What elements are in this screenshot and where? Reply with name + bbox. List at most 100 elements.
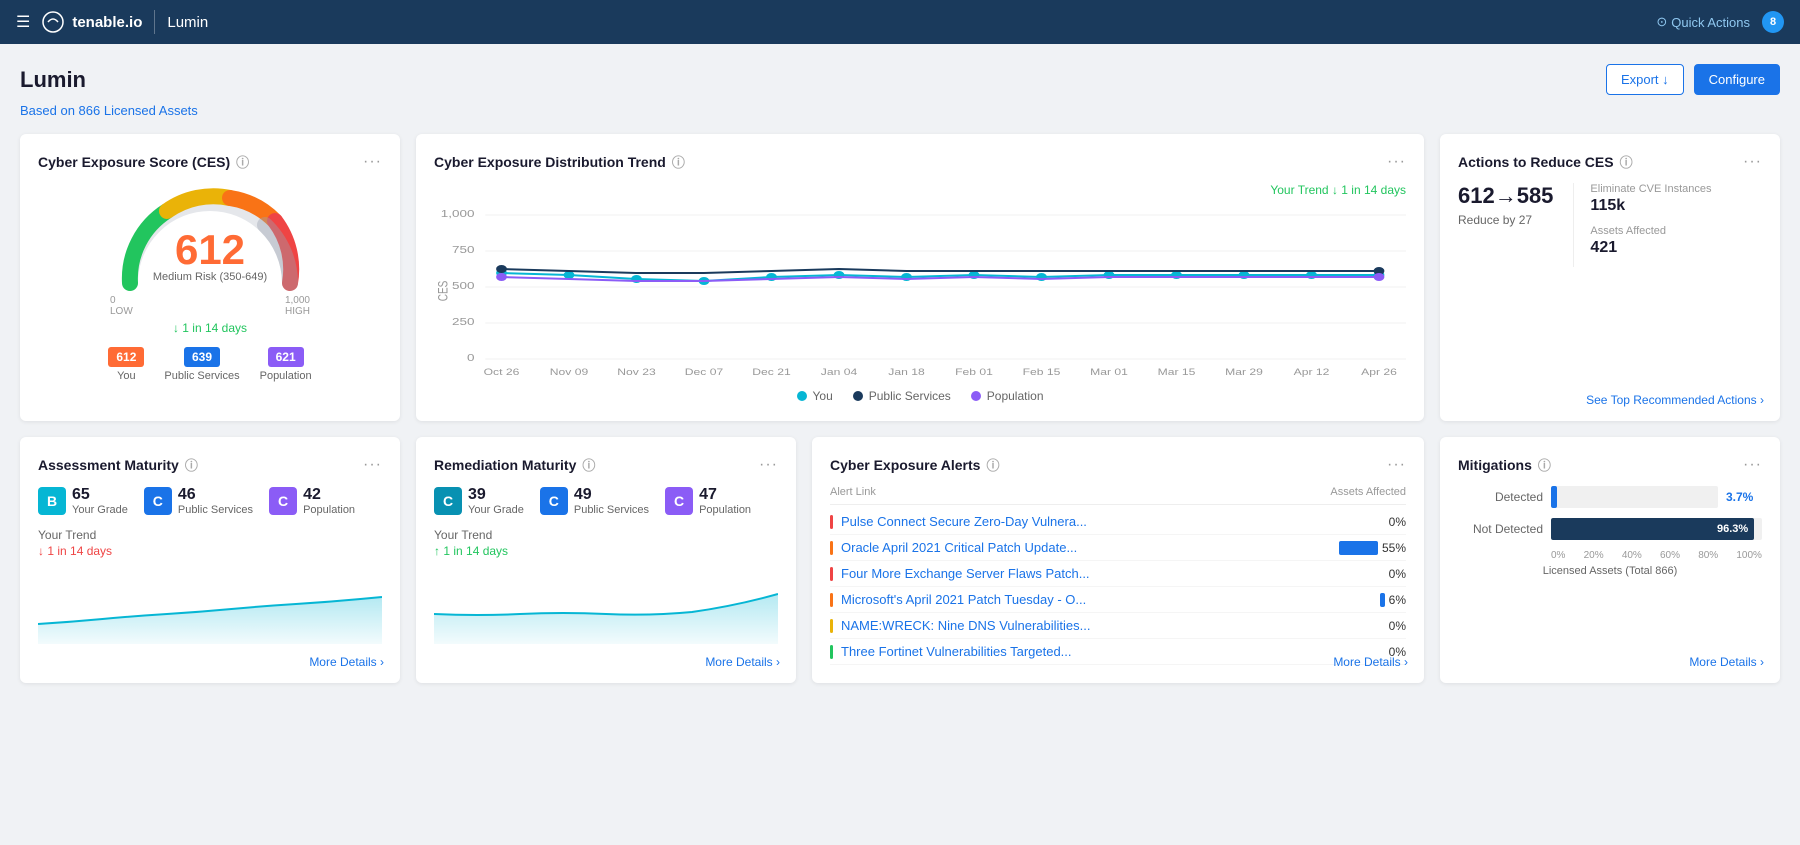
alert-indicator bbox=[830, 515, 833, 529]
dist-trend-menu[interactable]: ··· bbox=[1387, 153, 1406, 171]
badge-you-label: You bbox=[117, 370, 136, 382]
miti-detected-bar bbox=[1551, 486, 1557, 508]
export-button[interactable]: Export ↓ bbox=[1606, 64, 1684, 95]
mitigations-title: Mitigations ⓘ bbox=[1458, 455, 1551, 474]
alert-link[interactable]: NAME:WRECK: Nine DNS Vulnerabilities... bbox=[841, 618, 1338, 633]
svg-text:Mar 01: Mar 01 bbox=[1090, 367, 1128, 377]
help-badge[interactable]: 8 bbox=[1762, 11, 1784, 33]
svg-text:Apr 26: Apr 26 bbox=[1361, 367, 1397, 377]
logo: tenable.io bbox=[42, 11, 142, 33]
svg-text:Feb 15: Feb 15 bbox=[1023, 367, 1061, 377]
assessment-trend-label: Your Trend bbox=[38, 528, 382, 542]
bottom-row: Assessment Maturity ⓘ ··· B 65 Your Grad… bbox=[20, 437, 1780, 683]
svg-text:750: 750 bbox=[452, 244, 475, 256]
gauge-wrap: 612 Medium Risk (350-649) bbox=[110, 183, 310, 293]
legend-you-dot bbox=[797, 391, 807, 401]
svg-text:Oct 26: Oct 26 bbox=[484, 367, 520, 377]
ces-info-icon[interactable]: ⓘ bbox=[236, 152, 249, 171]
alert-link[interactable]: Microsoft's April 2021 Patch Tuesday - O… bbox=[841, 592, 1338, 607]
miti-axis: 0% 20% 40% 60% 80% 100% bbox=[1458, 550, 1762, 561]
miti-footer: Licensed Assets (Total 866) bbox=[1458, 565, 1762, 577]
svg-text:Mar 15: Mar 15 bbox=[1158, 367, 1196, 377]
svg-text:Mar 29: Mar 29 bbox=[1225, 367, 1263, 377]
actions-ces-info-icon[interactable]: ⓘ bbox=[1620, 152, 1633, 171]
mitigations-card: Mitigations ⓘ ··· Detected 3.7% Not Dete… bbox=[1440, 437, 1780, 683]
legend-pop-dot bbox=[971, 391, 981, 401]
miti-detected-row: Detected 3.7% bbox=[1458, 486, 1762, 508]
licensed-assets-text: Based on 866 Licensed Assets bbox=[20, 103, 198, 118]
assessment-menu[interactable]: ··· bbox=[363, 456, 382, 474]
remediation-title: Remediation Maturity ⓘ bbox=[434, 455, 595, 474]
ces-card-header: Cyber Exposure Score (CES) ⓘ ··· bbox=[38, 152, 382, 171]
assessment-grade-ps-label: Public Services bbox=[178, 504, 253, 516]
legend-you: You bbox=[797, 389, 833, 403]
badge-you-score: 612 bbox=[108, 347, 144, 367]
assessment-grade-ps-info: 46 Public Services bbox=[178, 486, 253, 516]
remediation-grade-ps-info: 49 Public Services bbox=[574, 486, 649, 516]
logo-icon bbox=[42, 11, 64, 33]
alert-indicator bbox=[830, 541, 833, 555]
mitigations-menu[interactable]: ··· bbox=[1743, 456, 1762, 474]
alert-row: NAME:WRECK: Nine DNS Vulnerabilities... … bbox=[830, 613, 1406, 639]
page-title: Lumin bbox=[20, 67, 86, 93]
quick-actions-button[interactable]: ⊙ Quick Actions bbox=[1656, 14, 1750, 30]
alerts-info-icon[interactable]: ⓘ bbox=[986, 455, 999, 474]
logo-text: tenable.io bbox=[72, 14, 142, 31]
assessment-grade-pop-label: Population bbox=[303, 504, 355, 516]
alerts-more-details[interactable]: More Details › bbox=[1333, 655, 1408, 669]
svg-text:Apr 12: Apr 12 bbox=[1294, 367, 1330, 377]
assessment-grade-pop-info: 42 Population bbox=[303, 486, 355, 516]
ces-menu[interactable]: ··· bbox=[363, 153, 382, 171]
remediation-more-details[interactable]: More Details › bbox=[705, 655, 780, 669]
alert-pct: 6% bbox=[1346, 593, 1406, 607]
remediation-info-icon[interactable]: ⓘ bbox=[582, 455, 595, 474]
alert-indicator bbox=[830, 619, 833, 633]
remediation-grade-ps-num: 49 bbox=[574, 486, 649, 504]
svg-text:Feb 01: Feb 01 bbox=[955, 367, 993, 377]
remediation-grade-ps-box: C bbox=[540, 487, 568, 515]
assessment-grade-ps: C 46 Public Services bbox=[144, 486, 253, 516]
dist-trend-info-icon[interactable]: ⓘ bbox=[672, 152, 685, 171]
eliminate-value: 115k bbox=[1590, 197, 1711, 215]
assessment-info-icon[interactable]: ⓘ bbox=[185, 455, 198, 474]
actions-ces-card: Actions to Reduce CES ⓘ ··· 612→585 Redu… bbox=[1440, 134, 1780, 421]
remediation-chart-svg bbox=[434, 564, 778, 644]
alerts-menu[interactable]: ··· bbox=[1387, 456, 1406, 474]
alert-indicator bbox=[830, 645, 833, 659]
see-top-actions-link[interactable]: See Top Recommended Actions › bbox=[1586, 393, 1764, 407]
remediation-grade-pop: C 47 Population bbox=[665, 486, 751, 516]
alert-link[interactable]: Pulse Connect Secure Zero-Day Vulnera... bbox=[841, 514, 1338, 529]
remediation-grade-you-info: 39 Your Grade bbox=[468, 486, 524, 516]
alert-pct: 0% bbox=[1346, 619, 1406, 633]
alert-link[interactable]: Four More Exchange Server Flaws Patch... bbox=[841, 566, 1338, 581]
alert-pct: 55% bbox=[1339, 541, 1406, 555]
remediation-grade-you-box: C bbox=[434, 487, 462, 515]
remediation-menu[interactable]: ··· bbox=[759, 456, 778, 474]
assessment-more-details[interactable]: More Details › bbox=[309, 655, 384, 669]
remediation-grade-you: C 39 Your Grade bbox=[434, 486, 524, 516]
legend-pop: Population bbox=[971, 389, 1044, 403]
configure-button[interactable]: Configure bbox=[1694, 64, 1780, 95]
ces-title: Cyber Exposure Score (CES) ⓘ bbox=[38, 152, 249, 171]
miti-detected-label: Detected bbox=[1458, 490, 1543, 504]
licensed-assets-link[interactable]: Based on 866 Licensed Assets bbox=[20, 103, 1780, 118]
app-name: Lumin bbox=[167, 14, 208, 31]
actions-ces-menu[interactable]: ··· bbox=[1743, 153, 1762, 171]
alert-link[interactable]: Oracle April 2021 Critical Patch Update.… bbox=[841, 540, 1331, 555]
top-row: Cyber Exposure Score (CES) ⓘ ··· bbox=[20, 134, 1780, 421]
alert-row: Four More Exchange Server Flaws Patch...… bbox=[830, 561, 1406, 587]
assessment-card: Assessment Maturity ⓘ ··· B 65 Your Grad… bbox=[20, 437, 400, 683]
remediation-grade-you-label: Your Grade bbox=[468, 504, 524, 516]
hamburger-menu[interactable]: ☰ bbox=[16, 12, 30, 32]
alert-bar bbox=[1339, 541, 1378, 555]
remediation-grade-pop-info: 47 Population bbox=[699, 486, 751, 516]
mitigations-info-icon[interactable]: ⓘ bbox=[1538, 455, 1551, 474]
svg-text:Jan 18: Jan 18 bbox=[888, 367, 925, 377]
remediation-grades: C 39 Your Grade C 49 Public Services C bbox=[434, 486, 778, 516]
actions-ces-title: Actions to Reduce CES ⓘ bbox=[1458, 152, 1633, 171]
assessment-grade-you-info: 65 Your Grade bbox=[72, 486, 128, 516]
alert-link[interactable]: Three Fortinet Vulnerabilities Targeted.… bbox=[841, 644, 1338, 659]
mitigations-more-details[interactable]: More Details › bbox=[1689, 655, 1764, 669]
alert-row: Pulse Connect Secure Zero-Day Vulnera...… bbox=[830, 509, 1406, 535]
badge-pop-label: Population bbox=[260, 370, 312, 382]
